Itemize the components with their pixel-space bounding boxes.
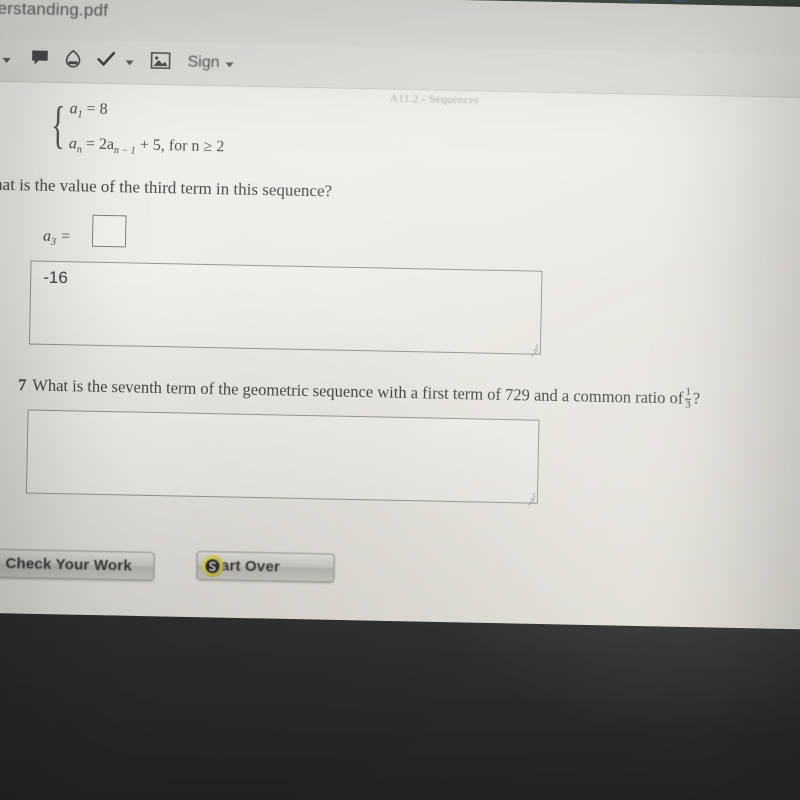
question-6-work-textarea[interactable]: -16 [28, 260, 543, 357]
formula-line-2: an = 2an − 1 + 5, for n ≥ 2 [69, 135, 225, 158]
question-7-tail: ? [692, 388, 701, 408]
screen-content: erstanding.pdf Sign A11.2 - Sequences {… [0, 0, 800, 648]
image-icon[interactable] [150, 52, 171, 74]
resize-handle-icon[interactable] [526, 491, 536, 506]
check-your-work-label: Check Your Work [5, 555, 133, 575]
refresh-icon [201, 554, 224, 577]
a3-answer-input[interactable] [91, 214, 127, 248]
monitor-bottom-bezel [0, 612, 800, 800]
a3-answer-label: a3 = [43, 228, 71, 249]
sign-dropdown-caret[interactable] [225, 62, 234, 68]
checkmark-dropdown-caret[interactable] [125, 60, 134, 66]
formula-an1-subscript: n − 1 [113, 145, 136, 157]
start-over-button[interactable]: Start Over [196, 550, 335, 583]
sign-button-label[interactable]: Sign [187, 54, 219, 73]
resize-handle-icon[interactable] [529, 342, 539, 357]
fraction-numerator: 1 [685, 385, 692, 398]
fraction-denominator: 3 [685, 398, 691, 411]
photo-of-monitor: Elevator erstanding.pdf [0, 0, 800, 800]
a3-equals: = [55, 227, 72, 246]
check-your-work-button[interactable]: Check Your Work [0, 548, 155, 582]
checkmark-icon[interactable] [95, 49, 117, 75]
formula-a1-rest: = 8 [82, 100, 108, 118]
comment-icon[interactable] [30, 48, 49, 72]
question-7-body: What is the seventh term of the geometri… [32, 375, 684, 408]
question-6-text: What is the value of the third term in t… [0, 174, 333, 201]
pdf-page: A11.2 - Sequences { a1 = 8 an = 2an − 1 … [0, 80, 800, 639]
question-7-work-textarea[interactable] [25, 409, 540, 506]
left-brace: { [50, 96, 66, 155]
formula-an-middle: = 2a [81, 135, 115, 154]
highlighter-dropdown-caret[interactable] [2, 57, 11, 64]
formula-line-1: a1 = 8 [69, 100, 107, 121]
question-7-text: 7 What is the seventh term of the geomet… [18, 373, 701, 411]
question-6-work-value: -16 [43, 267, 69, 288]
pdf-tab-title[interactable]: erstanding.pdf [0, 0, 108, 21]
formula-an-rest: + 5, for n ≥ 2 [135, 136, 225, 156]
document-header: A11.2 - Sequences [389, 92, 480, 107]
common-ratio-fraction: 1 3 [685, 385, 692, 411]
question-7-number: 7 [17, 375, 27, 395]
stamp-icon[interactable] [63, 49, 82, 73]
